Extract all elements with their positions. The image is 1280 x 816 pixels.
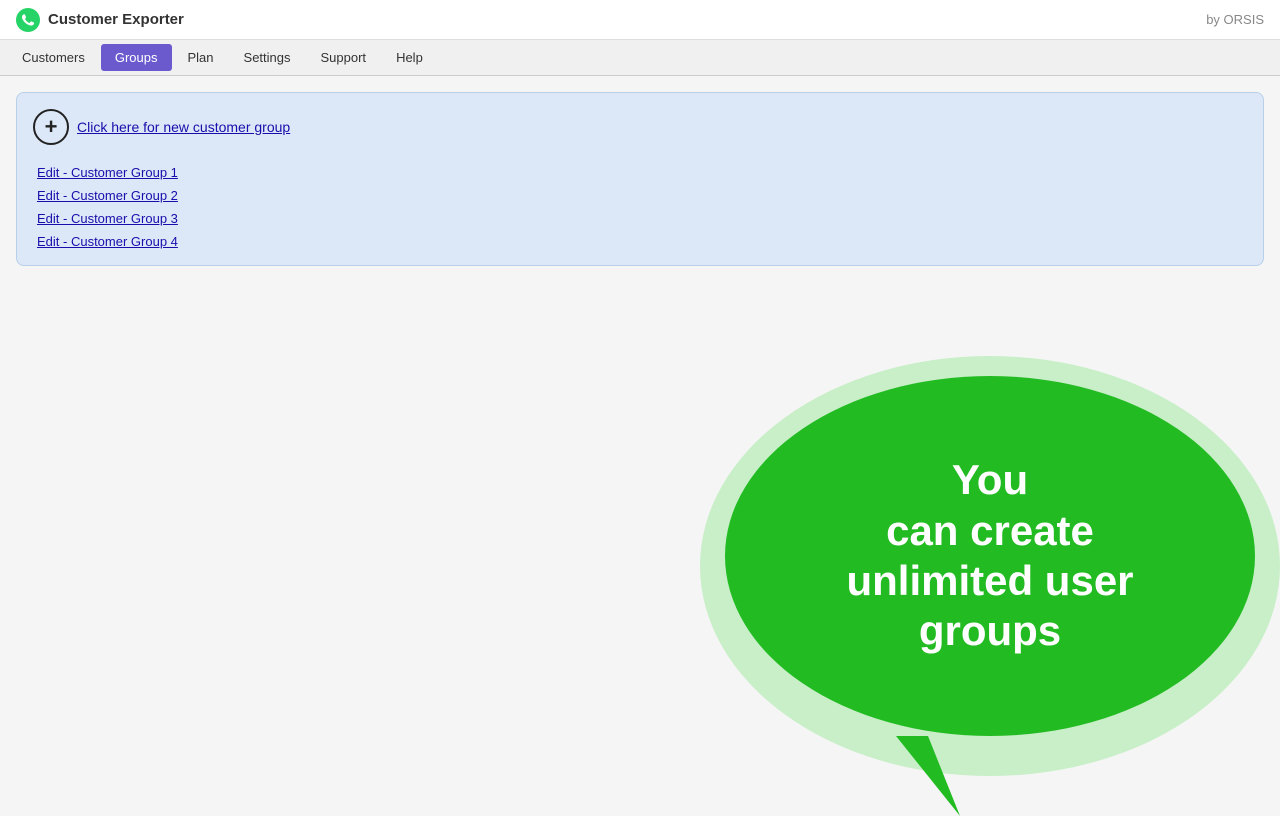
bubble-text: You can create unlimited user groups [826,435,1153,677]
bubble-outer: You can create unlimited user groups [680,356,1260,756]
new-group-link[interactable]: Click here for new customer group [77,119,290,135]
app-header: Customer Exporter by ORSIS [0,0,1280,40]
group-link-4[interactable]: Edit - Customer Group 4 [37,234,1247,249]
nav-item-customers[interactable]: Customers [8,44,99,71]
header-left: Customer Exporter [16,8,184,32]
bubble-main-ellipse: You can create unlimited user groups [725,376,1255,736]
by-orsis-label: by ORSIS [1206,12,1264,27]
bubble-line2: can create [886,507,1094,554]
bubble-line4: groups [919,607,1061,654]
bubble-line1: You [952,456,1028,503]
bubble-line3: unlimited user [846,557,1133,604]
app-title: Customer Exporter [48,11,184,28]
group-link-2[interactable]: Edit - Customer Group 2 [37,188,1247,203]
group-link-1[interactable]: Edit - Customer Group 1 [37,165,1247,180]
groups-panel: + Click here for new customer group Edit… [16,92,1264,266]
nav-item-settings[interactable]: Settings [230,44,305,71]
whatsapp-icon [16,8,40,32]
nav-item-groups[interactable]: Groups [101,44,172,71]
main-content: + Click here for new customer group Edit… [0,76,1280,282]
group-list: Edit - Customer Group 1 Edit - Customer … [33,165,1247,249]
nav-bar: Customers Groups Plan Settings Support H… [0,40,1280,76]
speech-bubble: You can create unlimited user groups [660,356,1280,796]
add-group-button[interactable]: + [33,109,69,145]
nav-item-help[interactable]: Help [382,44,437,71]
nav-item-plan[interactable]: Plan [174,44,228,71]
new-group-row: + Click here for new customer group [33,109,1247,145]
nav-item-support[interactable]: Support [307,44,381,71]
group-link-3[interactable]: Edit - Customer Group 3 [37,211,1247,226]
